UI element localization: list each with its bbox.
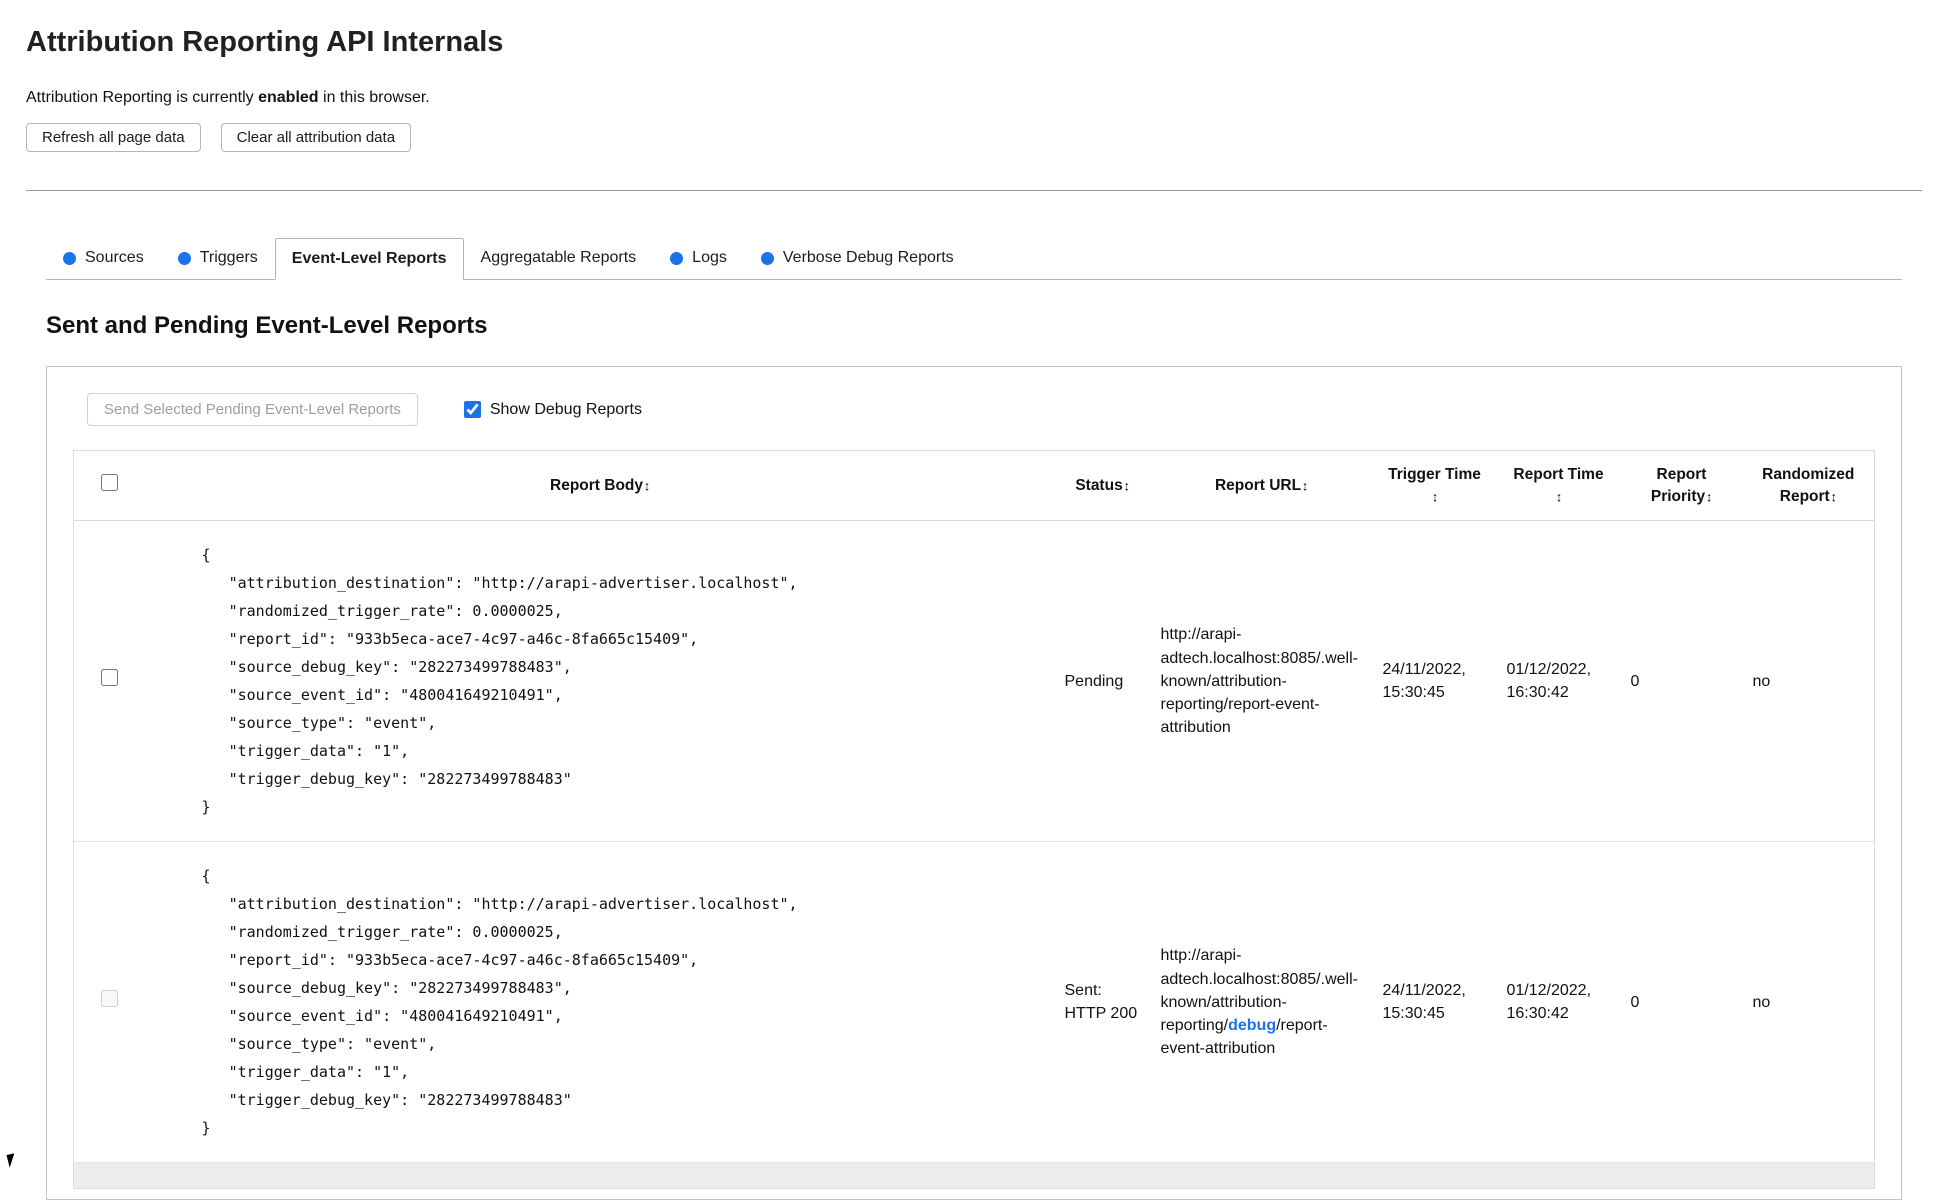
sort-icon: ↕ xyxy=(1432,488,1438,505)
section-heading: Sent and Pending Event-Level Reports xyxy=(46,312,488,339)
row-select-checkbox[interactable] xyxy=(101,669,119,687)
column-label: Trigger Time xyxy=(1388,466,1481,483)
reports-table: Report Body↕ Status↕ Report URL↕ Trigger… xyxy=(73,450,1875,1190)
debug-url-highlight: debug xyxy=(1228,1016,1277,1034)
report-row: { "attribution_destination": "http://ara… xyxy=(73,841,1875,1164)
randomized-report-cell: no xyxy=(1742,841,1875,1164)
status-suffix: in this browser. xyxy=(318,89,430,106)
column-header-randomized-report[interactable]: Randomized Report↕ xyxy=(1742,450,1875,522)
status-cell: Pending xyxy=(1054,520,1151,843)
report-body-cell: { "attribution_destination": "http://ara… xyxy=(145,520,1055,843)
row-select-cell xyxy=(73,841,146,1164)
column-header-report-priority[interactable]: Report Priority↕ xyxy=(1620,450,1743,522)
tab-label: Aggregatable Reports xyxy=(480,249,637,266)
tab-verbose-debug-reports[interactable]: Verbose Debug Reports xyxy=(744,237,971,279)
tab-label: Event-Level Reports xyxy=(291,250,447,267)
report-url-cell: http://arapi-adtech.localhost:8085/.well… xyxy=(1150,841,1373,1164)
select-all-checkbox[interactable] xyxy=(101,473,119,491)
column-label: Status xyxy=(1075,476,1123,494)
column-header-report-url[interactable]: Report URL↕ xyxy=(1150,450,1373,522)
report-url-text: http://arapi-adtech.localhost:8085/.well… xyxy=(1160,626,1358,737)
tab-aggregatable-reports[interactable]: Aggregatable Reports xyxy=(464,237,654,279)
sort-icon: ↕ xyxy=(1556,488,1562,505)
report-priority-cell: 0 xyxy=(1620,520,1743,843)
report-body-json: { "attribution_destination": "http://ara… xyxy=(201,867,798,1138)
tab-strip: Sources Triggers Event-Level Reports Agg… xyxy=(46,237,1902,280)
show-debug-label: Show Debug Reports xyxy=(489,400,642,418)
status-prefix: Attribution Reporting is currently xyxy=(26,89,259,106)
tab-triggers[interactable]: Triggers xyxy=(161,237,275,279)
sort-icon: ↕ xyxy=(644,478,650,494)
show-debug-toggle[interactable]: Show Debug Reports xyxy=(463,400,642,419)
select-all-header xyxy=(73,450,146,522)
sort-icon: ↕ xyxy=(1302,478,1309,494)
row-select-checkbox-disabled xyxy=(101,990,119,1008)
refresh-all-button[interactable]: Refresh all page data xyxy=(26,123,201,152)
column-label: Report Body xyxy=(550,476,643,494)
tab-dot-icon xyxy=(177,251,191,265)
panel-toolbar: Send Selected Pending Event-Level Report… xyxy=(87,393,1875,426)
sort-icon: ↕ xyxy=(1830,488,1837,505)
report-body-json: { "attribution_destination": "http://ara… xyxy=(201,546,798,817)
tab-label: Verbose Debug Reports xyxy=(782,249,954,266)
column-header-report-time[interactable]: Report Time ↕ xyxy=(1496,450,1621,522)
sort-icon: ↕ xyxy=(1123,478,1130,494)
randomized-report-cell: no xyxy=(1742,520,1875,843)
report-time-cell: 01/12/2022, 16:30:42 xyxy=(1496,841,1621,1164)
page-title: Attribution Reporting API Internals xyxy=(26,26,504,58)
status-enabled: enabled xyxy=(258,89,319,106)
tab-label: Sources xyxy=(85,249,144,266)
send-selected-button[interactable]: Send Selected Pending Event-Level Report… xyxy=(87,393,418,426)
page-toolbar: Refresh all page data Clear all attribut… xyxy=(26,123,1922,152)
divider xyxy=(26,190,1922,191)
column-header-report-body[interactable]: Report Body↕ xyxy=(145,450,1055,522)
report-time-cell: 01/12/2022, 16:30:42 xyxy=(1496,520,1621,843)
column-label: Report Time xyxy=(1513,466,1604,483)
tab-logs[interactable]: Logs xyxy=(653,237,744,279)
status-cell: Sent: HTTP 200 xyxy=(1054,841,1151,1164)
sort-icon: ↕ xyxy=(1706,488,1713,505)
report-priority-cell: 0 xyxy=(1620,841,1743,1164)
reports-panel: Send Selected Pending Event-Level Report… xyxy=(46,366,1902,1200)
table-footer-row xyxy=(73,1162,1875,1189)
report-row: { "attribution_destination": "http://ara… xyxy=(73,520,1875,843)
table-header-row: Report Body↕ Status↕ Report URL↕ Trigger… xyxy=(73,450,1875,522)
trigger-time-cell: 24/11/2022, 15:30:45 xyxy=(1372,520,1497,843)
tab-sources[interactable]: Sources xyxy=(46,237,161,279)
report-body-cell: { "attribution_destination": "http://ara… xyxy=(145,841,1055,1164)
attribution-internals-page: Attribution Reporting API Internals Attr… xyxy=(0,0,1948,1200)
tab-label: Triggers xyxy=(199,249,258,266)
report-url-cell: http://arapi-adtech.localhost:8085/.well… xyxy=(1150,520,1373,843)
tab-label: Logs xyxy=(692,249,727,266)
table-footer-bar xyxy=(73,1162,1875,1189)
column-header-trigger-time[interactable]: Trigger Time ↕ xyxy=(1372,450,1497,522)
clear-all-button[interactable]: Clear all attribution data xyxy=(220,123,412,152)
column-label: Randomized Report xyxy=(1762,466,1855,505)
show-debug-checkbox[interactable] xyxy=(463,401,481,418)
column-label: Report URL xyxy=(1214,476,1302,494)
row-select-cell xyxy=(73,520,146,843)
tab-dot-icon xyxy=(63,251,76,265)
tab-dot-icon xyxy=(760,251,774,265)
trigger-time-cell: 24/11/2022, 15:30:45 xyxy=(1372,841,1497,1164)
status-text: Attribution Reporting is currently enabl… xyxy=(26,89,1922,107)
column-label: Report Priority xyxy=(1650,466,1707,505)
tab-event-level-reports[interactable]: Event-Level Reports xyxy=(274,238,464,280)
tab-dot-icon xyxy=(670,251,684,265)
column-header-status[interactable]: Status↕ xyxy=(1054,450,1151,522)
